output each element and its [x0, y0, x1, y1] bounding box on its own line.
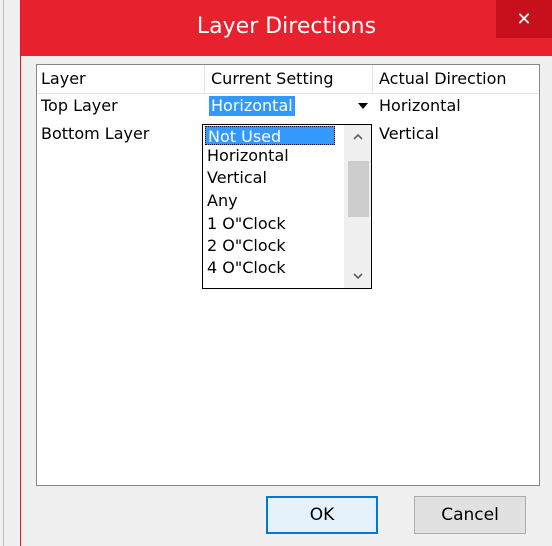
layer-directions-dialog: Layer Directions ✕ Layer Current Setting… — [20, 0, 552, 546]
current-setting-combo[interactable]: Horizontal — [207, 95, 373, 117]
column-header-actual-direction[interactable]: Actual Direction — [373, 65, 539, 93]
title-bar[interactable]: Layer Directions ✕ — [21, 0, 552, 56]
close-button[interactable]: ✕ — [496, 0, 552, 38]
dropdown-option[interactable]: 4 O"Clock — [205, 258, 286, 277]
combo-selected-value[interactable]: Horizontal — [209, 96, 295, 116]
dropdown-scrollbar[interactable] — [344, 125, 371, 288]
actual-direction: Vertical — [379, 124, 439, 143]
actual-direction: Horizontal — [379, 96, 461, 115]
ok-button[interactable]: OK — [266, 496, 378, 534]
dropdown-option[interactable]: Any — [205, 191, 238, 210]
list-header: Layer Current Setting Actual Direction — [37, 65, 539, 94]
dialog-title: Layer Directions — [196, 14, 377, 39]
dropdown-option[interactable]: Vertical — [205, 168, 267, 187]
close-icon: ✕ — [516, 8, 532, 30]
dropdown-option[interactable]: Horizontal — [205, 146, 289, 165]
column-header-current-setting[interactable]: Current Setting — [205, 65, 373, 93]
dropdown-option[interactable]: Not Used — [205, 126, 335, 146]
scroll-up-icon[interactable] — [344, 125, 371, 149]
scroll-down-icon[interactable] — [344, 264, 371, 288]
cancel-button[interactable]: Cancel — [414, 496, 526, 534]
layer-name: Top Layer — [41, 96, 118, 115]
background-window-edge — [0, 0, 20, 546]
current-setting-dropdown-list[interactable]: Not Used Horizontal Vertical Any 1 O"Clo… — [202, 124, 372, 289]
background-window-border — [3, 0, 4, 546]
scroll-thumb[interactable] — [348, 161, 369, 217]
dropdown-option[interactable]: 2 O"Clock — [205, 236, 286, 255]
layer-name: Bottom Layer — [41, 124, 150, 143]
table-row[interactable]: Top Layer Horizontal Horizontal — [37, 93, 539, 119]
dropdown-option[interactable]: 1 O"Clock — [205, 214, 286, 233]
dropdown-arrow-icon[interactable] — [353, 95, 373, 117]
column-header-layer[interactable]: Layer — [37, 65, 205, 93]
